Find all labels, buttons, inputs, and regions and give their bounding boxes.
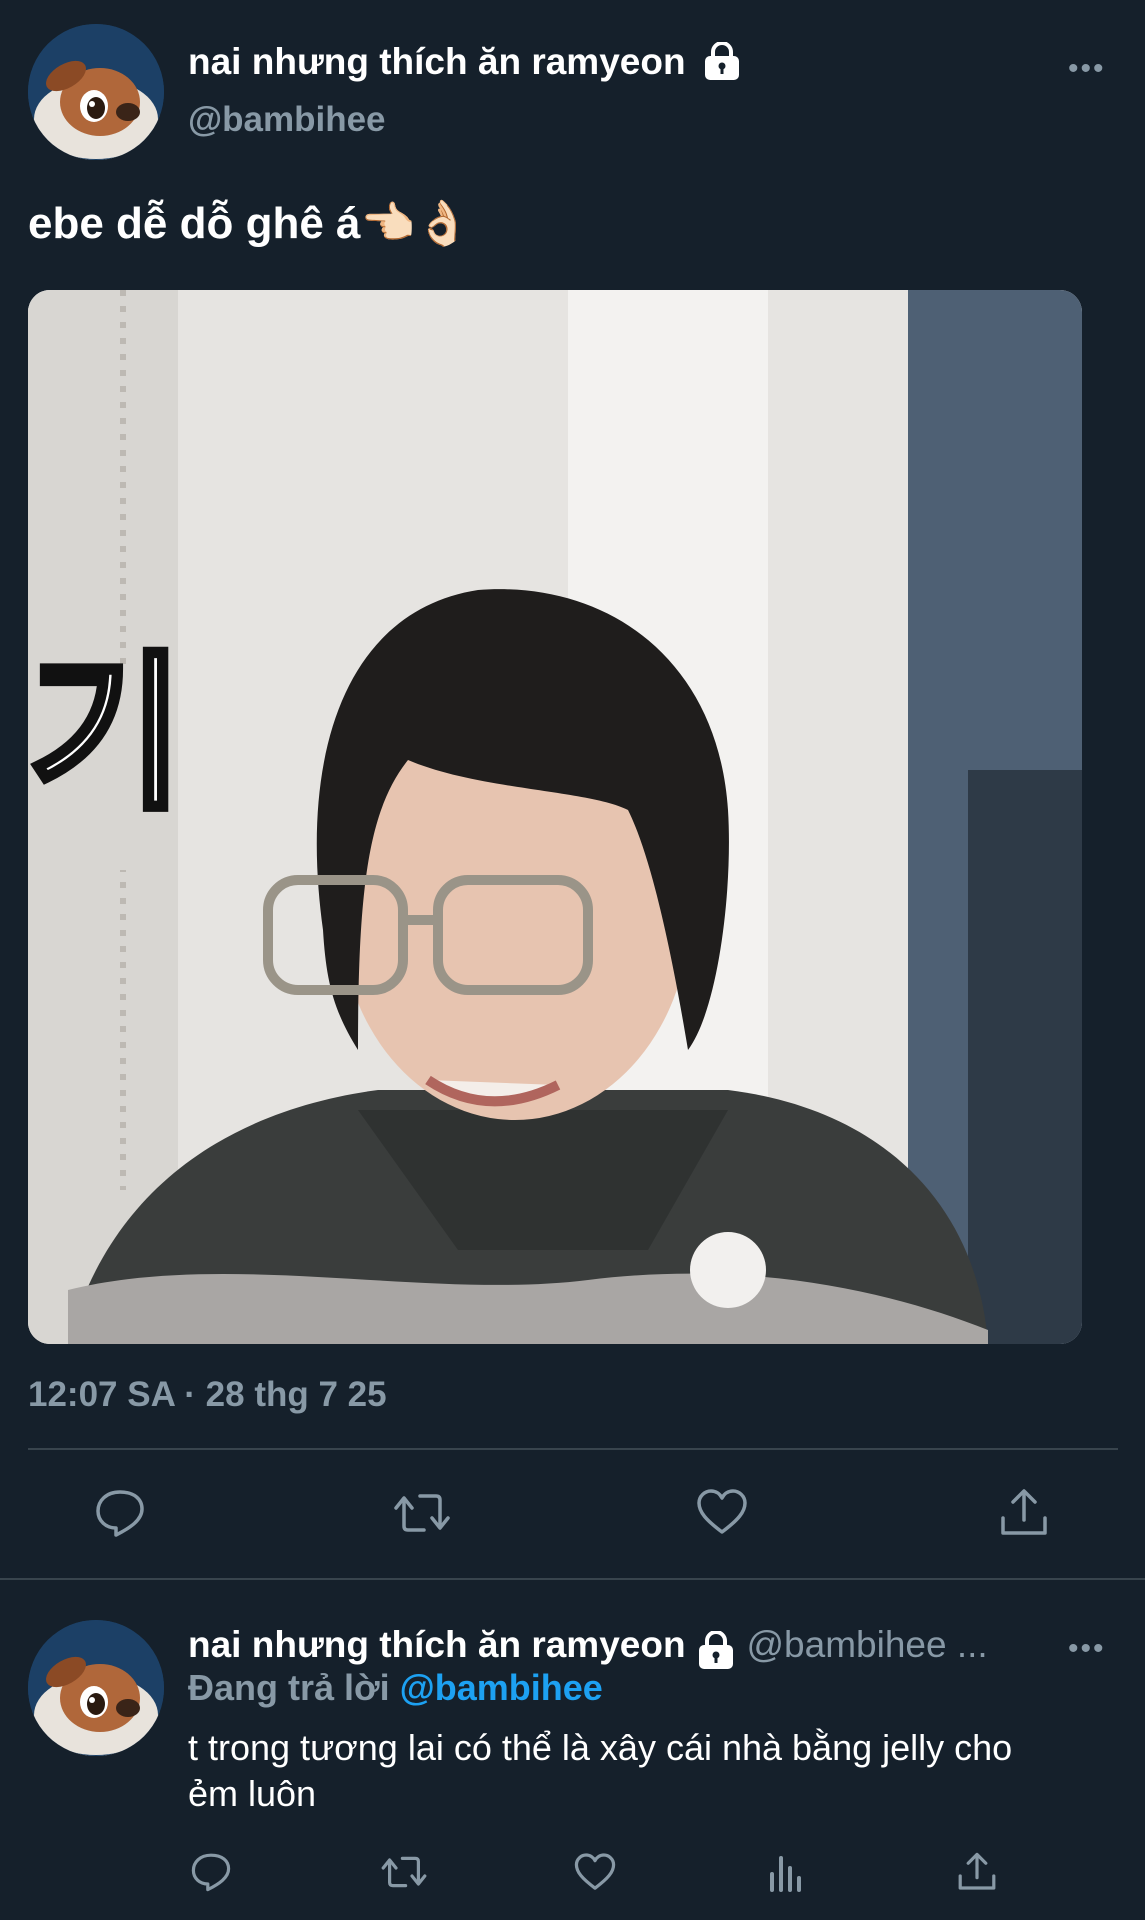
reply-button[interactable] <box>94 1488 146 1538</box>
avatar[interactable] <box>28 24 164 160</box>
analytics-icon <box>770 1856 801 1892</box>
reply-avatar[interactable] <box>28 1620 164 1756</box>
like-button[interactable] <box>696 1488 748 1536</box>
section-separator <box>0 1578 1145 1580</box>
media-photo <box>28 290 1082 1344</box>
reply-share-button[interactable] <box>956 1852 998 1892</box>
reply-text: t trong tương lai có thể là xây cái nhà … <box>188 1727 1013 1814</box>
author-name[interactable]: nai nhưng thích ăn ramyeon <box>188 41 686 82</box>
replying-to-prefix: Đang trả lời <box>188 1667 390 1708</box>
avatar-image <box>28 24 164 160</box>
lock-icon <box>698 1630 734 1674</box>
share-icon <box>958 1852 996 1890</box>
retweet-button[interactable] <box>392 1488 452 1538</box>
divider <box>28 1448 1118 1450</box>
replying-to-mention[interactable]: @bambihee <box>400 1667 603 1708</box>
reply-analytics-button[interactable] <box>768 1852 804 1892</box>
reply-retweet-button[interactable] <box>380 1852 428 1892</box>
author-name-row: nai nhưng thích ăn ramyeon <box>188 41 740 86</box>
retweet-icon <box>394 1494 450 1532</box>
heart-icon <box>574 1853 616 1890</box>
tweet-media[interactable]: 기 <box>28 290 1082 1344</box>
reply-icon <box>191 1853 231 1892</box>
media-overlay-text: 기 <box>28 640 187 830</box>
reply-more-options-button[interactable]: ••• <box>1068 1634 1106 1664</box>
avatar-image <box>28 1620 164 1756</box>
reply-reply-button[interactable] <box>190 1852 232 1892</box>
share-icon <box>1001 1489 1047 1535</box>
retweet-icon <box>381 1856 427 1888</box>
more-options-button[interactable]: ••• <box>1068 54 1106 84</box>
author-handle[interactable]: @bambihee <box>188 102 386 137</box>
reply-author-handle[interactable]: @bambihee ... <box>746 1626 987 1665</box>
heart-icon <box>697 1489 747 1534</box>
reply-author-name[interactable]: nai nhưng thích ăn ramyeon <box>188 1626 686 1665</box>
lock-icon <box>704 41 740 86</box>
share-button[interactable] <box>998 1488 1050 1538</box>
reply-icon <box>96 1490 144 1537</box>
replying-to-line: Đang trả lời @bambihee <box>188 1670 603 1706</box>
reply-like-button[interactable] <box>574 1852 616 1892</box>
tweet-text: ebe dễ dỗ ghê á👈🏻👌🏻 <box>28 199 471 248</box>
tweet-timestamp[interactable]: 12:07 SA · 28 thg 7 25 <box>28 1377 387 1412</box>
